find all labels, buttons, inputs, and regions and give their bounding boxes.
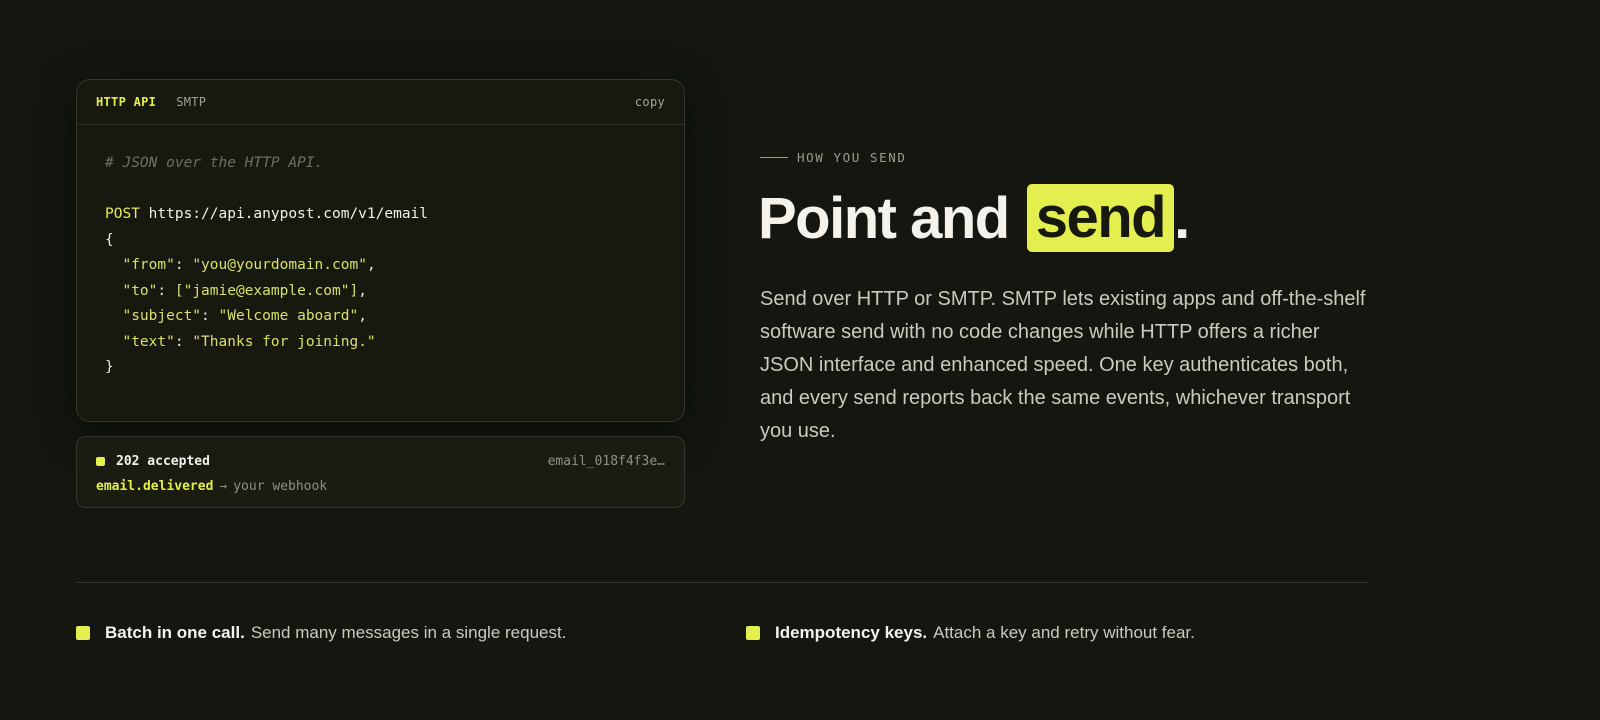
feature-item: Idempotency keys. Attach a key and retry… [746,623,1195,643]
json-key: "from" [122,257,175,273]
status-dot-icon [96,456,105,466]
status-text: 202 accepted [116,453,210,469]
section-eyebrow: HOW YOU SEND [760,150,907,165]
code-comment: # JSON over the HTTP API. [105,155,324,171]
endpoint-url: https://api.anypost.com/v1/email [148,206,429,222]
event-name: email.delivered [96,478,214,494]
headline-text: Point and [758,185,1010,251]
headline-highlight: send [1026,184,1175,252]
eyebrow-line [760,157,788,158]
close-brace: } [105,359,114,375]
section-headline: Point and send. [758,184,1190,252]
code-example-card: HTTP API SMTP copy # JSON over the HTTP … [76,79,685,422]
response-status-card: 202 accepted email_018f4f3e… email.deliv… [76,436,685,508]
bullet-square-icon [746,626,760,640]
tab-smtp[interactable]: SMTP [176,95,206,109]
copy-button[interactable]: copy [635,95,665,109]
section-description: Send over HTTP or SMTP. SMTP lets existi… [760,288,1366,442]
feature-title: Idempotency keys. [775,623,928,642]
json-key: "subject" [122,308,202,324]
headline-period: . [1174,185,1190,251]
tab-http-api[interactable]: HTTP API [96,95,156,109]
json-value: "Thanks for joining." [192,333,376,350]
json-value: "Welcome aboard" [218,308,359,324]
feature-title: Batch in one call. [105,623,245,642]
feature-item: Batch in one call. Send many messages in… [76,623,566,643]
code-tabs: HTTP API SMTP copy [77,80,684,125]
json-key: "text" [122,333,175,350]
json-value: ["jamie@example.com"] [174,282,359,299]
divider [76,582,1369,583]
code-block: # JSON over the HTTP API. POST https://a… [105,155,429,375]
open-brace: { [105,231,114,248]
feature-description: Send many messages in a single request. [250,623,567,642]
eyebrow-text: HOW YOU SEND [797,150,907,165]
feature-description: Attach a key and retry without fear. [933,623,1195,642]
email-id: email_018f4f3e… [547,453,665,469]
json-key: "to" [122,282,158,299]
arrow-right-icon: → [219,478,228,494]
bullet-square-icon [76,626,90,640]
webhook-target: your webhook [233,478,328,494]
json-value: "you@yourdomain.com" [192,257,367,273]
http-method: POST [105,206,140,222]
